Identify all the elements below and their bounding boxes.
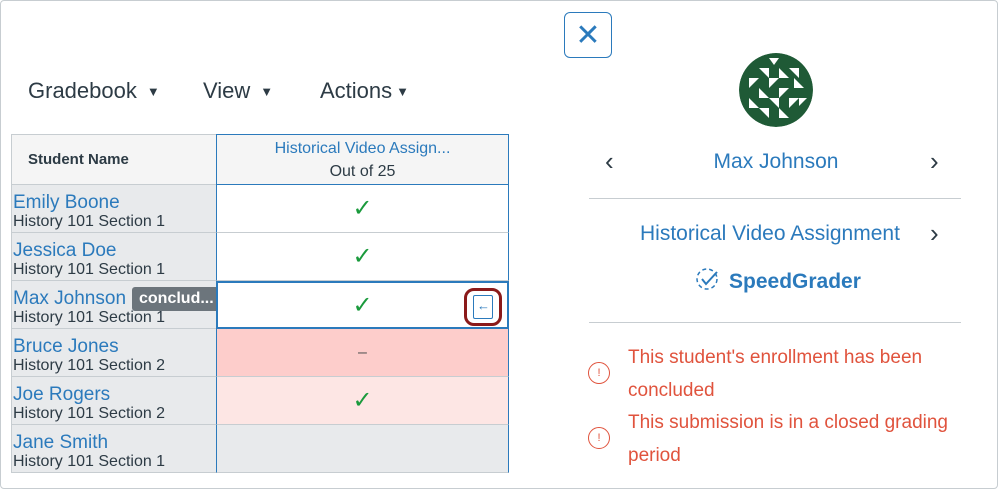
student-name-header[interactable]: Student Name	[11, 134, 216, 185]
tray-student-name[interactable]: Max Johnson	[640, 150, 912, 174]
student-section: History 101 Section 1	[13, 453, 166, 470]
avatar	[739, 53, 813, 127]
student-section: History 101 Section 2	[13, 357, 166, 374]
tray-assignment-link[interactable]: Historical Video Assignment	[640, 222, 900, 246]
caret-down-icon: ▼	[396, 83, 410, 99]
gradebook-menu[interactable]: Gradebook ▼	[28, 78, 160, 104]
check-icon: ✓	[352, 195, 373, 222]
assignment-header-title[interactable]: Historical Video Assign...	[217, 140, 508, 158]
open-tray-icon: ←	[473, 295, 493, 319]
grade-cell-active[interactable]: ✓ ←	[216, 281, 509, 329]
chevron-right-icon: ›	[930, 218, 939, 248]
grade-cell[interactable]: ✓	[216, 233, 509, 281]
concluded-badge: conclud...	[132, 287, 221, 311]
table-row: Joe Rogers History 101 Section 2 ✓	[11, 377, 509, 425]
student-cell: Max Johnson History 101 Section 1 conclu…	[11, 281, 221, 329]
chevron-left-icon: ‹	[605, 146, 614, 176]
previous-student-button[interactable]: ‹	[605, 146, 614, 177]
view-menu-label: View	[203, 78, 251, 103]
closed-grading-period-message: This submission is in a closed grading p…	[628, 412, 948, 466]
student-cell: Jane Smith History 101 Section 1	[11, 425, 216, 473]
caret-down-icon: ▼	[260, 83, 274, 99]
table-row: Jane Smith History 101 Section 1	[11, 425, 509, 473]
speedgrader-link[interactable]: SpeedGrader	[693, 267, 861, 297]
speedgrader-label: SpeedGrader	[729, 270, 861, 293]
grade-value: –	[358, 343, 367, 361]
next-assignment-button[interactable]: ›	[930, 218, 939, 249]
warning-icon: !	[588, 362, 610, 384]
student-cell: Joe Rogers History 101 Section 2	[11, 377, 216, 425]
student-name-link[interactable]: Emily Boone	[13, 193, 216, 213]
student-section: History 101 Section 2	[13, 405, 166, 422]
student-cell: Bruce Jones History 101 Section 2	[11, 329, 216, 377]
speedgrader-icon	[693, 267, 723, 297]
divider	[589, 198, 961, 199]
student-section: History 101 Section 1	[13, 309, 166, 326]
close-icon: ✕	[575, 18, 601, 52]
student-name-link[interactable]: Bruce Jones	[13, 337, 216, 357]
enrollment-concluded-message: This student's enrollment has been concl…	[628, 347, 923, 401]
divider	[589, 322, 961, 323]
warning-icon: !	[588, 427, 610, 449]
student-name-header-label: Student Name	[28, 151, 129, 168]
grade-cell[interactable]: –	[216, 329, 509, 377]
assignment-header-points: Out of 25	[329, 163, 396, 180]
grade-cell[interactable]	[216, 425, 509, 473]
caret-down-icon: ▼	[146, 83, 160, 99]
student-name-link[interactable]: Jane Smith	[13, 433, 216, 453]
check-icon: ✓	[352, 243, 373, 270]
grade-cell[interactable]: ✓	[216, 185, 509, 233]
table-row: Bruce Jones History 101 Section 2 –	[11, 329, 509, 377]
student-section: History 101 Section 1	[13, 261, 166, 278]
gradebook-menu-label: Gradebook	[28, 78, 137, 103]
student-name-link[interactable]: Jessica Doe	[13, 241, 216, 261]
actions-menu[interactable]: Actions ▼	[320, 78, 409, 104]
student-cell: Jessica Doe History 101 Section 1	[11, 233, 216, 281]
assignment-column-header[interactable]: Historical Video Assign... Out of 25	[216, 134, 509, 185]
next-student-button[interactable]: ›	[930, 146, 939, 177]
open-tray-button[interactable]: ←	[464, 288, 502, 326]
actions-menu-label: Actions	[320, 78, 393, 103]
student-cell: Emily Boone History 101 Section 1	[11, 185, 216, 233]
student-name-link[interactable]: Joe Rogers	[13, 385, 216, 405]
table-row: Emily Boone History 101 Section 1 ✓	[11, 185, 509, 233]
chevron-right-icon: ›	[930, 146, 939, 176]
check-icon: ✓	[352, 387, 373, 414]
student-section: History 101 Section 1	[13, 213, 166, 230]
table-row: Jessica Doe History 101 Section 1 ✓	[11, 233, 509, 281]
grade-cell[interactable]: ✓	[216, 377, 509, 425]
close-tray-button[interactable]: ✕	[564, 12, 612, 58]
view-menu[interactable]: View ▼	[203, 78, 273, 104]
table-row: Max Johnson History 101 Section 1 conclu…	[11, 281, 509, 329]
check-icon: ✓	[352, 291, 373, 319]
